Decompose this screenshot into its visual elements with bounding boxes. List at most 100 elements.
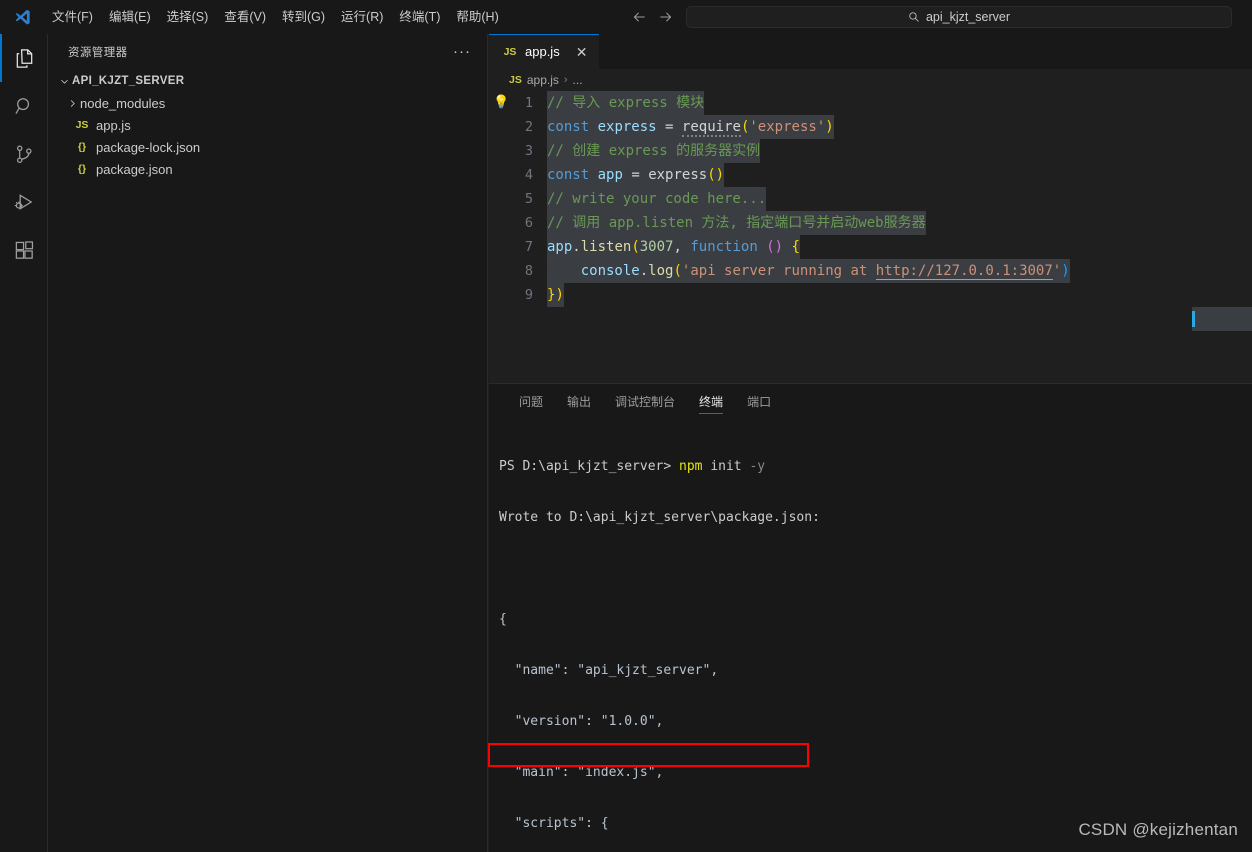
breadcrumb-tail[interactable]: ... [573, 73, 583, 87]
line-number: 2 [524, 119, 533, 135]
token-function: require [681, 119, 741, 137]
js-file-icon: JS [75, 119, 89, 131]
bottom-panel: 问题 输出 调试控制台 终端 端口 PS D:\api_kjzt_server>… [489, 383, 1252, 852]
glyph-margin [489, 283, 511, 307]
terminal-text: "main": "index.js", [499, 765, 664, 780]
menu-view[interactable]: 查看(V) [216, 5, 274, 29]
token-method: listen [580, 239, 632, 255]
close-icon[interactable]: ✕ [576, 45, 588, 59]
tab-terminal[interactable]: 终端 [687, 384, 735, 419]
more-actions-icon[interactable]: ··· [453, 44, 471, 59]
search-icon [908, 11, 920, 23]
lightbulb-icon[interactable]: 💡 [489, 91, 511, 115]
menu-go[interactable]: 转到(G) [274, 5, 333, 29]
explorer-title: 资源管理器 [68, 47, 128, 59]
token-punct: . [639, 263, 649, 279]
glyph-margin [489, 115, 511, 139]
token-function: express [648, 167, 708, 183]
tree-root-api-kjzt-server[interactable]: API_KJZT_SERVER [48, 70, 487, 92]
tree-item-app-js[interactable]: JS app.js [48, 114, 487, 136]
terminal-line: "name": "api_kjzt_server", [499, 662, 1252, 679]
tab-app-js[interactable]: JS app.js ✕ [489, 34, 599, 69]
terminal-prompt: PS D:\api_kjzt_server> [499, 459, 680, 474]
token-punct: . [572, 239, 581, 255]
tab-problems[interactable]: 问题 [507, 384, 555, 419]
token-paren: ) [825, 119, 834, 135]
line-number: 5 [524, 191, 533, 207]
line-number: 1 [524, 95, 533, 111]
menu-help[interactable]: 帮助(H) [448, 5, 506, 29]
token-keyword: const [547, 119, 590, 135]
selection-overview-marker [1192, 307, 1252, 331]
tab-label: app.js [525, 44, 560, 59]
line-number: 8 [524, 263, 533, 279]
source-control-icon [16, 145, 32, 163]
breadcrumb: JS app.js › ... [489, 69, 1252, 91]
tab-output[interactable]: 输出 [555, 384, 603, 419]
tabs-filler [599, 34, 1252, 69]
token-variable: app [547, 239, 573, 255]
menu-selection[interactable]: 选择(S) [159, 5, 217, 29]
tree-item-package-lock-json[interactable]: {} package-lock.json [48, 136, 487, 158]
token-variable: app [597, 167, 623, 183]
glyph-margin [489, 139, 511, 163]
tab-ports[interactable]: 端口 [735, 384, 783, 419]
editor-tabs: JS app.js ✕ [489, 34, 1252, 69]
terminal-output[interactable]: PS D:\api_kjzt_server> npm init -y Wrote… [489, 419, 1252, 852]
chevron-down-icon [56, 76, 72, 87]
sidebar-item-explorer[interactable] [0, 34, 48, 82]
sidebar-item-search[interactable] [0, 82, 48, 130]
terminal-flag: -y [741, 459, 766, 474]
explorer-sidebar: 资源管理器 ··· API_KJZT_SERVER node_modules J… [48, 34, 488, 852]
sidebar-item-run-debug[interactable] [0, 178, 48, 226]
terminal-line: Wrote to D:\api_kjzt_server\package.json… [499, 509, 1252, 526]
menu-bar: 文件(F) 编辑(E) 选择(S) 查看(V) 转到(G) 运行(R) 终端(T… [44, 0, 507, 34]
token-url[interactable]: http://127.0.0.1:3007 [875, 263, 1053, 280]
code-line: 3 // 创建 express 的服务器实例 [489, 139, 1252, 163]
search-icon [14, 97, 29, 114]
js-file-icon: JS [509, 74, 522, 86]
vscode-logo-icon [0, 0, 44, 34]
code-editor[interactable]: 💡 1 // 导入 express 模块 2 const·express·=·r… [489, 91, 1252, 349]
menu-run[interactable]: 运行(R) [333, 5, 391, 29]
tree-item-label: package-lock.json [96, 139, 201, 155]
token-punct: , [673, 239, 682, 255]
arrow-right-icon[interactable] [654, 6, 676, 28]
menu-file[interactable]: 文件(F) [44, 5, 101, 29]
terminal-text: { [499, 612, 507, 627]
panel-tabs: 问题 输出 调试控制台 终端 端口 [489, 384, 1252, 419]
token-string: 'api server running at [681, 263, 876, 279]
token-paren: ( [707, 167, 716, 183]
code-line: 7 app.listen(3007,·function·()·{ [489, 235, 1252, 259]
code-line: 4 const·app·=·express() [489, 163, 1252, 187]
chevron-right-icon [64, 98, 80, 109]
token-method: log [648, 263, 674, 279]
token-string: 'express' [749, 119, 826, 135]
code-text: const·app·=·express() [547, 163, 725, 187]
terminal-text: "scripts": { [499, 816, 609, 831]
token-keyword: const [547, 167, 590, 183]
json-file-icon: {} [77, 163, 87, 175]
line-number: 4 [524, 167, 533, 183]
code-line: 5 // write your code here... [489, 187, 1252, 211]
terminal-text: Wrote to D:\api_kjzt_server\package.json… [499, 510, 820, 525]
code-text: }) [547, 283, 564, 307]
terminal-command: npm [679, 459, 703, 474]
token-paren: () [766, 239, 784, 255]
command-center[interactable]: api_kjzt_server [686, 6, 1232, 28]
tree-item-package-json[interactable]: {} package.json [48, 158, 487, 180]
tab-debug-console[interactable]: 调试控制台 [603, 384, 687, 419]
sidebar-item-source-control[interactable] [0, 130, 48, 178]
title-bar: 文件(F) 编辑(E) 选择(S) 查看(V) 转到(G) 运行(R) 终端(T… [0, 0, 1252, 34]
tree-item-node-modules[interactable]: node_modules [48, 92, 487, 114]
arrow-left-icon[interactable] [628, 6, 650, 28]
token-operator: = [631, 167, 640, 183]
sidebar-item-extensions[interactable] [0, 226, 48, 274]
breadcrumb-file[interactable]: app.js [527, 73, 559, 87]
token-keyword: function [690, 239, 758, 255]
menu-terminal[interactable]: 终端(T) [391, 5, 448, 29]
menu-edit[interactable]: 编辑(E) [101, 5, 159, 29]
code-line: 6 // 调用 app.listen 方法, 指定端口号并启动web服务器 [489, 211, 1252, 235]
code-text: // 调用 app.listen 方法, 指定端口号并启动web服务器 [547, 211, 926, 235]
